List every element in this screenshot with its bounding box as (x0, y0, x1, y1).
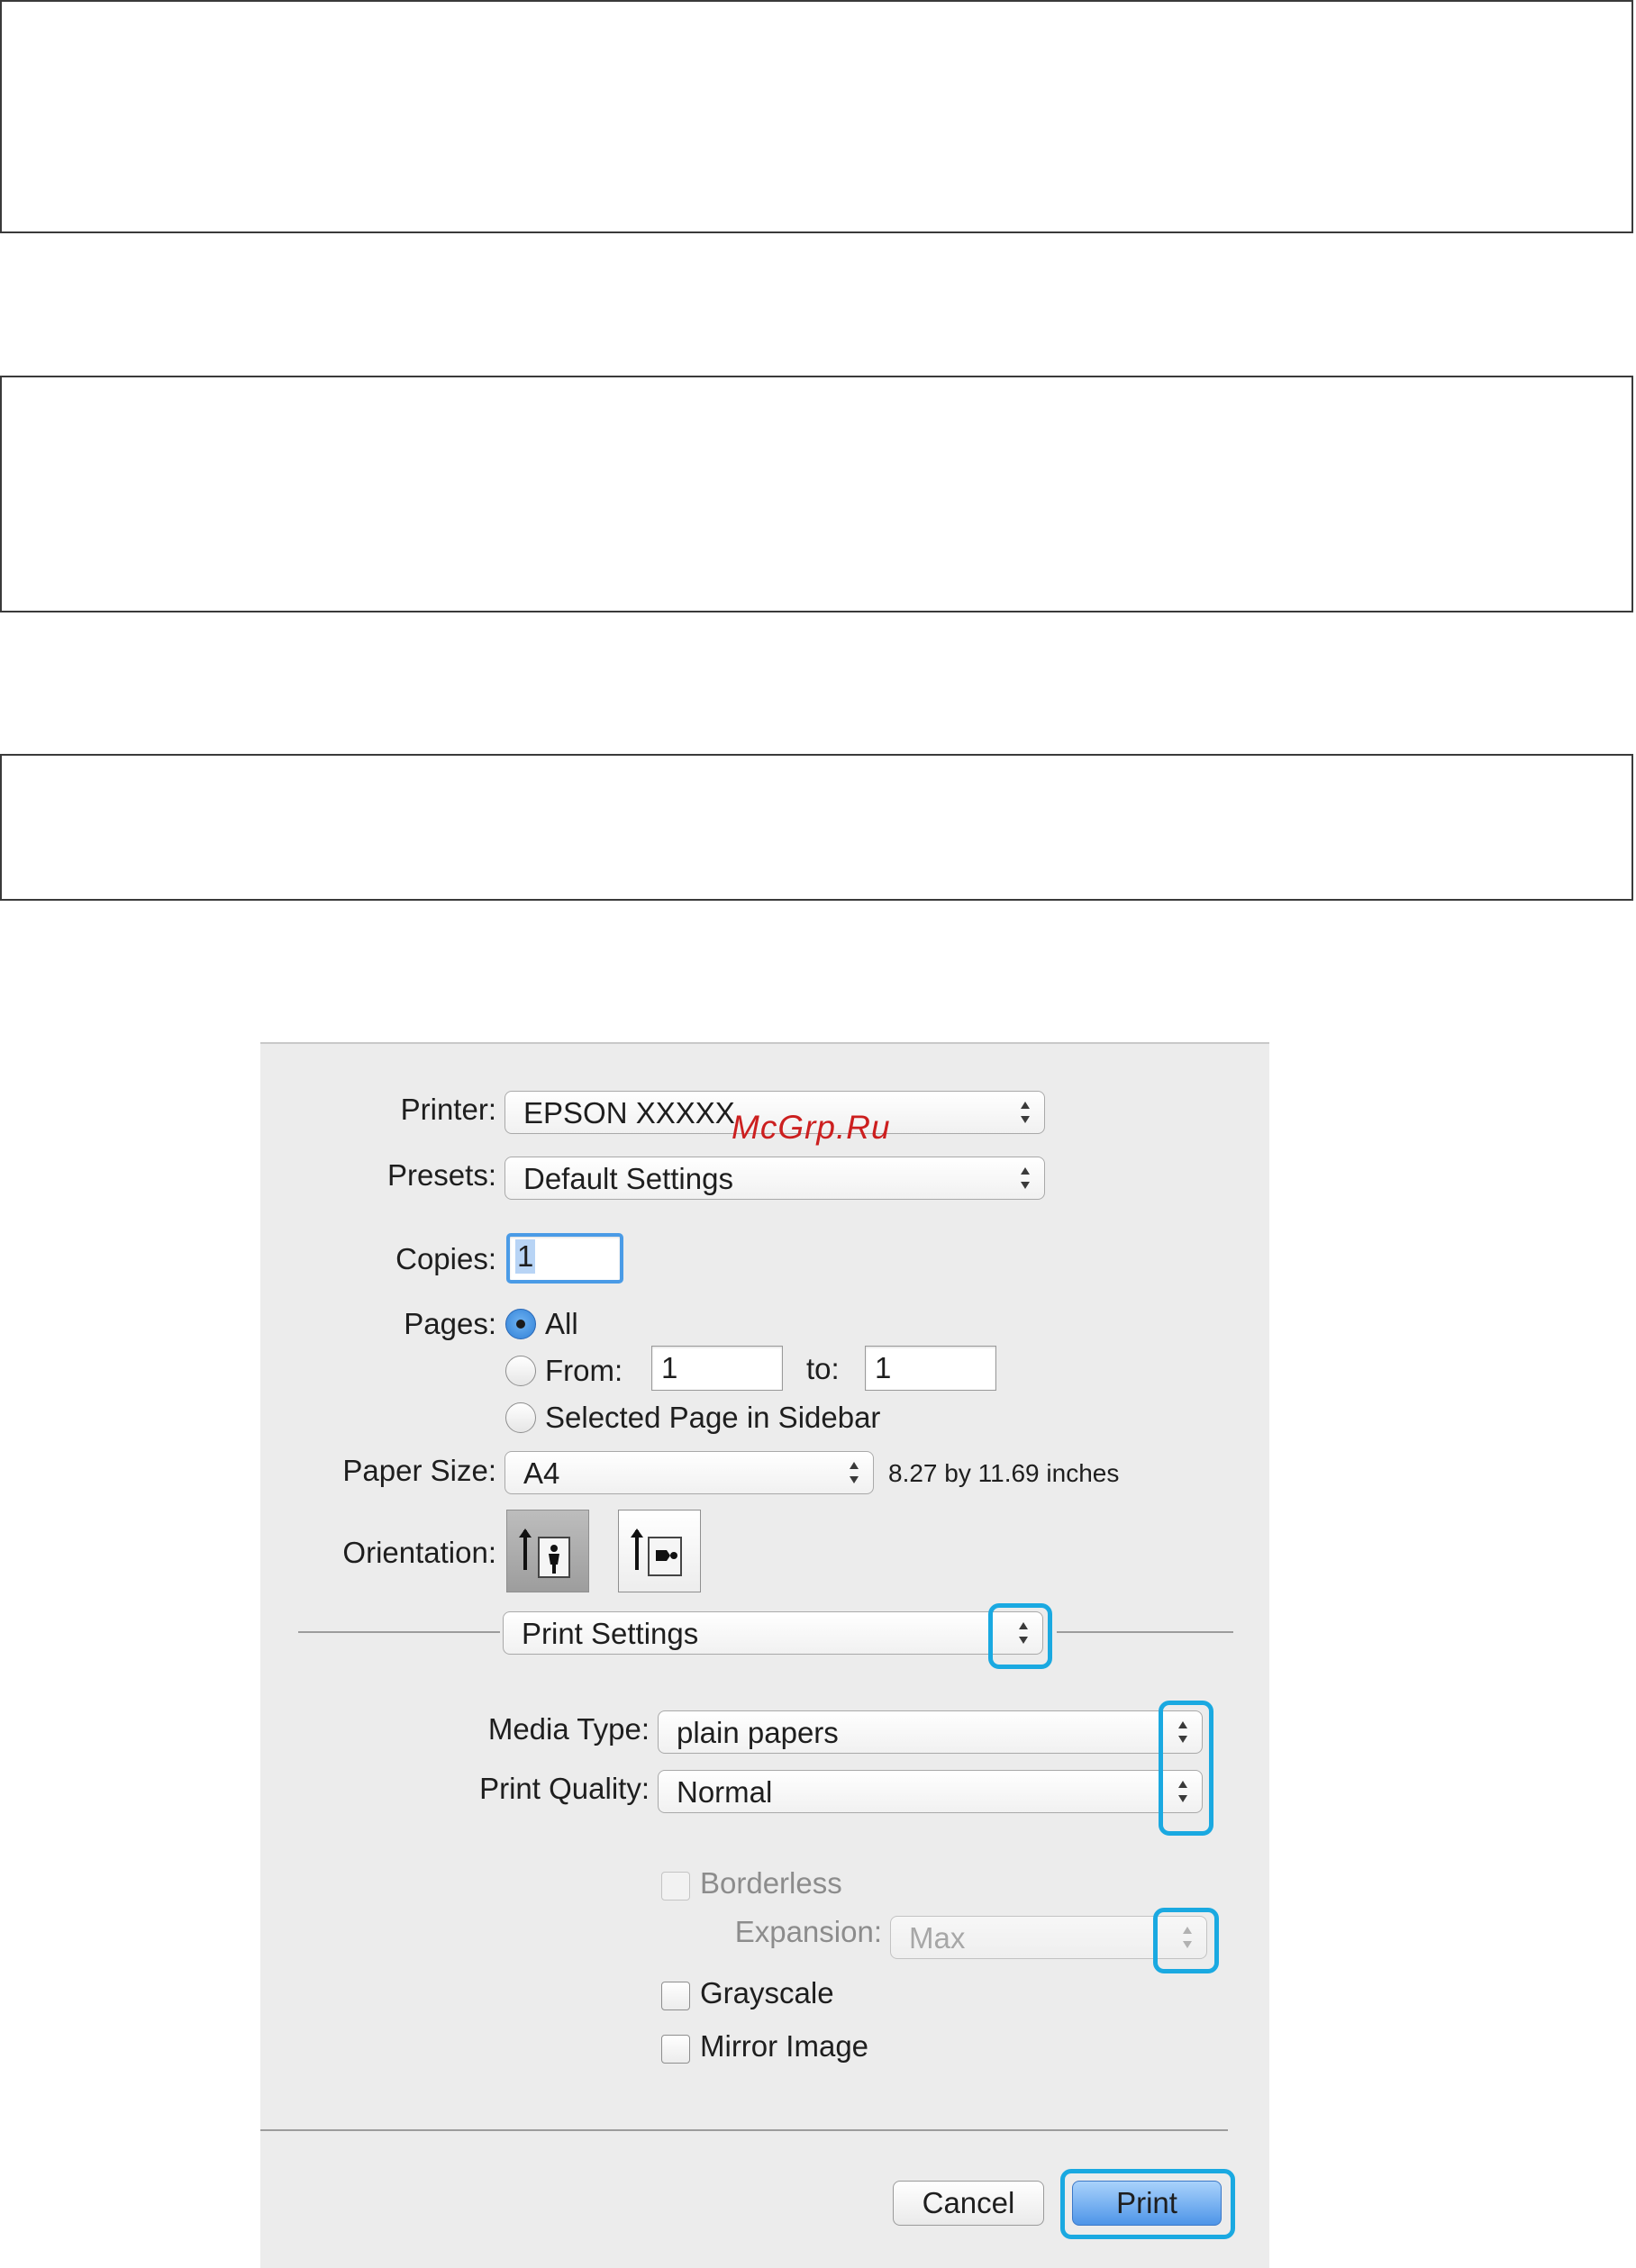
section-divider-right (1057, 1631, 1233, 1633)
empty-box-3 (0, 754, 1633, 901)
grayscale-label: Grayscale (700, 1976, 834, 2009)
empty-box-1 (0, 0, 1633, 233)
printer-label: Printer: (400, 1093, 496, 1126)
media-quality-highlight (1159, 1701, 1213, 1836)
pages-selected-label: Selected Page in Sidebar (545, 1401, 881, 1434)
expansion-value: Max (909, 1921, 966, 1955)
pages-to-field[interactable]: 1 (865, 1346, 996, 1391)
print-settings-highlight (988, 1603, 1052, 1669)
pages-from-radio[interactable] (505, 1356, 536, 1386)
print-dialog: Printer: EPSON XXXXX Presets: Default Se… (260, 1042, 1269, 2268)
pages-label: Pages: (404, 1307, 496, 1340)
pages-to-value: 1 (875, 1351, 892, 1384)
media-type-popup[interactable]: plain papers (658, 1710, 1203, 1754)
footer-divider (260, 2129, 1228, 2131)
expansion-highlight (1153, 1908, 1219, 1973)
up-down-arrows-icon (1021, 1102, 1030, 1123)
mirror-image-checkbox[interactable] (661, 2035, 690, 2064)
printer-value: EPSON XXXXX (523, 1096, 735, 1129)
copies-field[interactable]: 1 (506, 1233, 623, 1284)
paper-dimensions: 8.27 by 11.69 inches (888, 1459, 1120, 1487)
print-quality-label: Print Quality: (479, 1772, 650, 1805)
portrait-orientation-icon (519, 1529, 570, 1578)
pages-selected-radio[interactable] (505, 1402, 536, 1433)
presets-popup[interactable]: Default Settings (504, 1157, 1045, 1200)
grayscale-checkbox[interactable] (661, 1982, 690, 2010)
print-settings-value: Print Settings (522, 1617, 699, 1650)
up-down-arrows-icon (1021, 1167, 1030, 1189)
pages-from-value: 1 (661, 1351, 678, 1384)
paper-size-popup[interactable]: A4 (504, 1451, 874, 1494)
paper-size-label: Paper Size: (342, 1454, 496, 1487)
watermark-text: McGrp.Ru (732, 1109, 891, 1146)
pages-from-label: From: (545, 1354, 623, 1387)
section-divider-left (298, 1631, 500, 1633)
presets-label: Presets: (386, 1158, 496, 1192)
print-button-highlight (1060, 2169, 1235, 2239)
landscape-orientation-icon (631, 1529, 682, 1576)
copies-value: 1 (515, 1239, 536, 1274)
print-settings-popup[interactable]: Print Settings (503, 1611, 1043, 1655)
empty-box-2 (0, 376, 1633, 612)
pages-all-label: All (545, 1307, 578, 1340)
print-quality-value: Normal (677, 1775, 773, 1809)
orientation-label: Orientation: (342, 1536, 496, 1569)
borderless-checkbox[interactable] (661, 1872, 690, 1901)
borderless-label: Borderless (700, 1866, 842, 1900)
print-quality-popup[interactable]: Normal (658, 1770, 1203, 1813)
media-type-value: plain papers (677, 1716, 839, 1749)
pages-all-radio[interactable] (505, 1309, 536, 1339)
presets-value: Default Settings (523, 1162, 733, 1195)
paper-size-value: A4 (523, 1456, 560, 1490)
orientation-portrait-button[interactable] (506, 1510, 589, 1592)
pages-to-label: to: (806, 1352, 840, 1385)
cancel-button[interactable]: Cancel (893, 2181, 1044, 2226)
mirror-image-label: Mirror Image (700, 2029, 869, 2063)
media-type-label: Media Type: (487, 1712, 650, 1746)
up-down-arrows-icon (850, 1462, 859, 1483)
orientation-landscape-button[interactable] (618, 1510, 701, 1592)
pages-from-field[interactable]: 1 (651, 1346, 783, 1391)
expansion-label: Expansion: (734, 1915, 882, 1948)
copies-label: Copies: (395, 1242, 496, 1275)
